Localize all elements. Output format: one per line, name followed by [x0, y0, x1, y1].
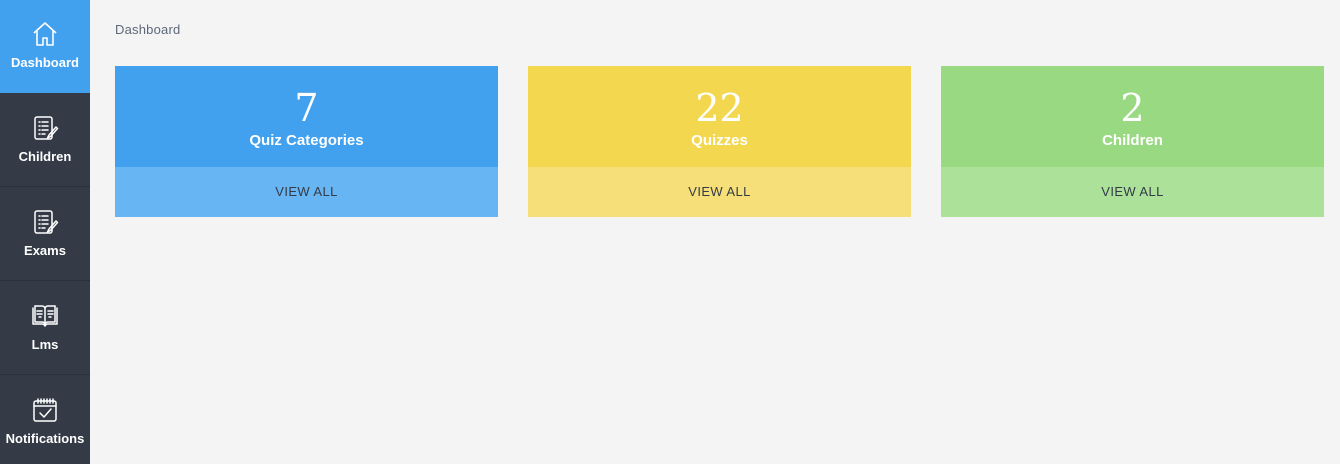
card-title: Quiz Categories	[249, 132, 364, 149]
sidebar-item-label: Dashboard	[11, 55, 79, 70]
main-content: Dashboard 7 Quiz Categories VIEW ALL 22 …	[90, 0, 1340, 464]
sidebar-item-notifications[interactable]: Notifications	[0, 376, 90, 464]
breadcrumb: Dashboard	[115, 22, 181, 37]
sidebar-item-label: Exams	[24, 243, 66, 258]
quizzes-card: 22 Quizzes VIEW ALL	[528, 66, 911, 217]
sidebar-item-label: Notifications	[5, 431, 85, 446]
sidebar-item-label: Lms	[31, 337, 59, 352]
card-header: 7 Quiz Categories	[115, 66, 498, 167]
clipboard-list-icon	[34, 210, 59, 234]
home-icon	[33, 22, 57, 46]
sidebar-item-dashboard[interactable]: Dashboard	[0, 0, 90, 93]
card-header: 22 Quizzes	[528, 66, 911, 167]
card-count: 2	[1120, 86, 1145, 130]
open-book-icon	[32, 305, 58, 327]
view-all-button[interactable]: VIEW ALL	[115, 167, 498, 217]
sidebar-item-lms[interactable]: Lms	[0, 282, 90, 375]
clipboard-list-icon	[34, 116, 59, 140]
calendar-check-icon	[33, 398, 57, 422]
card-header: 2 Children	[941, 66, 1324, 167]
quiz-categories-card: 7 Quiz Categories VIEW ALL	[115, 66, 498, 217]
sidebar-item-children[interactable]: Children	[0, 94, 90, 187]
children-card: 2 Children VIEW ALL	[941, 66, 1324, 217]
card-count: 7	[294, 86, 319, 130]
card-count: 22	[695, 86, 744, 130]
sidebar-item-label: Children	[18, 149, 72, 164]
view-all-button[interactable]: VIEW ALL	[941, 167, 1324, 217]
card-title: Children	[1102, 132, 1163, 149]
view-all-button[interactable]: VIEW ALL	[528, 167, 911, 217]
card-title: Quizzes	[691, 132, 748, 149]
sidebar-item-exams[interactable]: Exams	[0, 188, 90, 281]
sidebar: Dashboard Children Exams Lms Notificatio…	[0, 0, 90, 464]
